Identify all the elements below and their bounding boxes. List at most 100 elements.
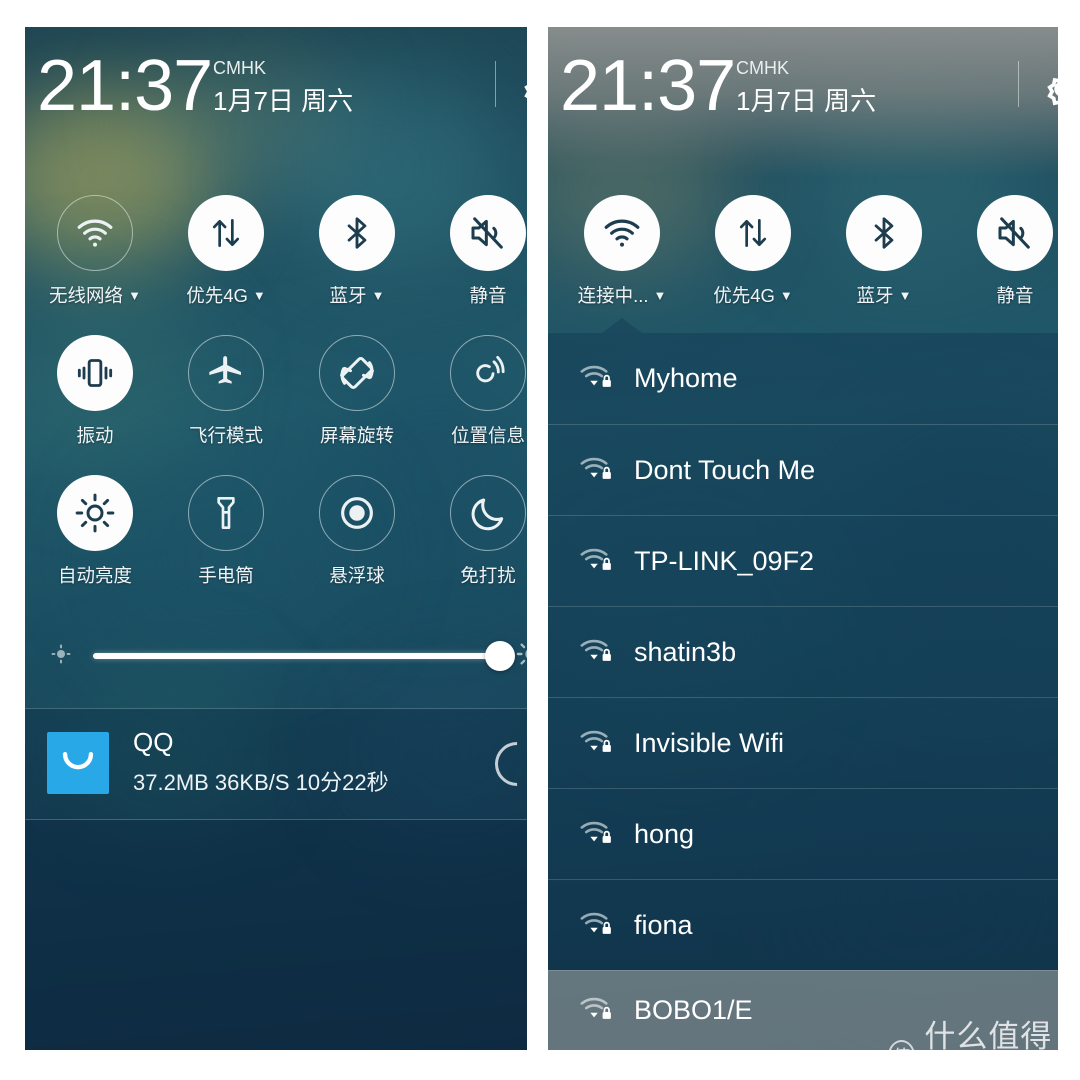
wifi-ssid: TP-LINK_09F2 — [634, 545, 815, 576]
toggle-location[interactable]: 位置信息 — [428, 335, 527, 448]
toggle-label: 静音 — [996, 285, 1034, 306]
toggle-mute[interactable]: 静音 — [955, 195, 1058, 308]
wifi-lock-icon — [578, 725, 616, 762]
gear-icon[interactable] — [1040, 67, 1058, 116]
right-phone-panel: 21:37 CMHK 1月7日 周六 连接中... ▼ 优先4G ▼ 蓝牙 ▼ … — [548, 27, 1058, 1050]
chevron-down-icon: ▼ — [779, 288, 793, 303]
wifi-list-item[interactable]: Myhome — [548, 333, 1058, 424]
brightness-sun-icon — [57, 475, 133, 551]
wifi-ssid: Invisible Wifi — [634, 727, 785, 758]
toggle-label: 位置信息 — [450, 425, 525, 446]
clock-time: 21:37 — [37, 46, 213, 126]
toggle-label: 自动亮度 — [57, 565, 132, 586]
notification-details: 37.2MB 36KB/S 10分22秒 — [133, 770, 389, 795]
toggle-label: 蓝牙 ▼ — [329, 285, 385, 306]
toggle-auto-brightness[interactable]: 自动亮度 — [35, 475, 155, 588]
toggle-label: 无线网络 ▼ — [49, 285, 141, 306]
toggle-label: 手电筒 — [198, 565, 254, 586]
screenshot-canvas: 21:37 CMHK 1月7日 周六 无线网络 ▼ 优先4G ▼ 蓝牙 ▼ 静音… — [0, 0, 1080, 1080]
status-header-right: 21:37 CMHK 1月7日 周六 — [548, 27, 1058, 132]
date-label: 1月7日 周六 — [736, 86, 877, 116]
dropdown-caret-icon — [602, 318, 642, 333]
chevron-down-icon: ▼ — [371, 288, 385, 303]
notification-app-name: QQ — [133, 727, 174, 757]
vibrate-icon — [57, 335, 133, 411]
wifi-ssid: Myhome — [634, 363, 738, 393]
date-label: 1月7日 周六 — [213, 86, 354, 116]
watermark-text: 什么值得买 — [924, 1019, 1053, 1050]
quick-toggle-grid-right: 连接中... ▼ 优先4G ▼ 蓝牙 ▼ 静音 — [548, 195, 1058, 335]
data-transfer-icon — [188, 195, 264, 271]
wifi-ssid: fiona — [634, 909, 693, 940]
toggle-label: 蓝牙 ▼ — [856, 285, 912, 306]
watermark: 值 什么值得买 — [888, 1011, 1058, 1050]
toggle-data-4g[interactable]: 优先4G ▼ — [693, 195, 813, 308]
toggle-bluetooth[interactable]: 蓝牙 ▼ — [824, 195, 944, 308]
wifi-list-item[interactable]: TP-LINK_09F2 — [548, 515, 1058, 606]
clock-time: 21:37 — [560, 46, 736, 126]
toggle-label: 屏幕旋转 — [319, 425, 394, 446]
wifi-list-item[interactable]: fiona — [548, 879, 1058, 970]
mute-icon — [977, 195, 1053, 271]
wifi-ssid: Dont Touch Me — [634, 454, 816, 485]
toggle-label: 飞行模式 — [188, 425, 263, 446]
bluetooth-icon — [319, 195, 395, 271]
wifi-icon — [584, 195, 660, 271]
carrier-label: CMHK — [213, 58, 266, 78]
chevron-down-icon: ▼ — [128, 288, 141, 303]
toggle-label: 悬浮球 — [329, 565, 385, 586]
slider-track[interactable] — [93, 653, 501, 659]
screen-rotate-icon — [319, 335, 395, 411]
notification-empty-area — [25, 820, 527, 1050]
header-divider — [495, 61, 496, 107]
data-transfer-icon — [715, 195, 791, 271]
wifi-lock-icon — [578, 816, 616, 853]
chevron-down-icon: ▼ — [653, 288, 667, 303]
wifi-lock-icon — [578, 543, 616, 580]
carrier-label: CMHK — [736, 58, 789, 78]
notification-qq[interactable]: QQ 37.2MB 36KB/S 10分22秒 — [25, 709, 527, 819]
moon-icon — [450, 475, 526, 551]
toggle-wifi[interactable]: 连接中... ▼ — [562, 195, 682, 308]
status-header-left: 21:37 CMHK 1月7日 周六 — [25, 27, 527, 132]
slider-knob[interactable] — [485, 641, 515, 671]
wifi-ssid: hong — [634, 818, 695, 849]
toggle-vibrate[interactable]: 振动 — [35, 335, 155, 448]
wifi-list-item[interactable]: hong — [548, 788, 1058, 879]
smzdm-badge-icon: 值 — [888, 1040, 916, 1050]
small-sun-icon — [49, 642, 73, 671]
bluetooth-icon — [846, 195, 922, 271]
wifi-list-item[interactable]: Invisible Wifi — [548, 697, 1058, 788]
wifi-ssid: shatin3b — [634, 636, 737, 667]
wifi-list-item[interactable]: shatin3b — [548, 606, 1058, 697]
toggle-bluetooth[interactable]: 蓝牙 ▼ — [297, 195, 417, 308]
quick-toggle-grid-left: 无线网络 ▼ 优先4G ▼ 蓝牙 ▼ 静音 振动 飞行模式 屏幕旋转 位置信息 … — [25, 195, 527, 615]
toggle-label: 振动 — [76, 425, 114, 446]
toggle-flashlight[interactable]: 手电筒 — [166, 475, 286, 588]
toggle-do-not-disturb[interactable]: 免打扰 — [428, 475, 527, 588]
wifi-ssid: BOBO1/E — [634, 995, 753, 1025]
wifi-lock-icon — [578, 452, 616, 489]
gear-icon[interactable] — [517, 67, 527, 116]
left-phone-panel: 21:37 CMHK 1月7日 周六 无线网络 ▼ 优先4G ▼ 蓝牙 ▼ 静音… — [25, 27, 527, 1050]
flashlight-icon — [188, 475, 264, 551]
toggle-floating-ball[interactable]: 悬浮球 — [297, 475, 417, 588]
wifi-lock-icon — [578, 992, 616, 1029]
toggle-label: 优先4G ▼ — [713, 285, 793, 306]
toggle-label: 优先4G ▼ — [186, 285, 266, 306]
toggle-data-4g[interactable]: 优先4G ▼ — [166, 195, 286, 308]
toggle-airplane-mode[interactable]: 飞行模式 — [166, 335, 286, 448]
header-divider — [1018, 61, 1019, 107]
wifi-icon — [57, 195, 133, 271]
brightness-slider[interactable] — [25, 622, 527, 676]
wifi-lock-icon — [578, 634, 616, 671]
chevron-down-icon: ▼ — [898, 288, 912, 303]
qq-bag-icon — [47, 732, 109, 794]
wifi-list-item[interactable]: Dont Touch Me — [548, 424, 1058, 515]
toggle-mute[interactable]: 静音 — [428, 195, 527, 308]
toggle-label: 静音 — [469, 285, 507, 306]
wifi-network-list: Myhome Dont Touch Me TP-LINK_09F2 shatin… — [548, 333, 1058, 1050]
spinner-icon — [485, 732, 527, 796]
toggle-screen-rotation[interactable]: 屏幕旋转 — [297, 335, 417, 448]
toggle-wifi[interactable]: 无线网络 ▼ — [35, 195, 155, 308]
